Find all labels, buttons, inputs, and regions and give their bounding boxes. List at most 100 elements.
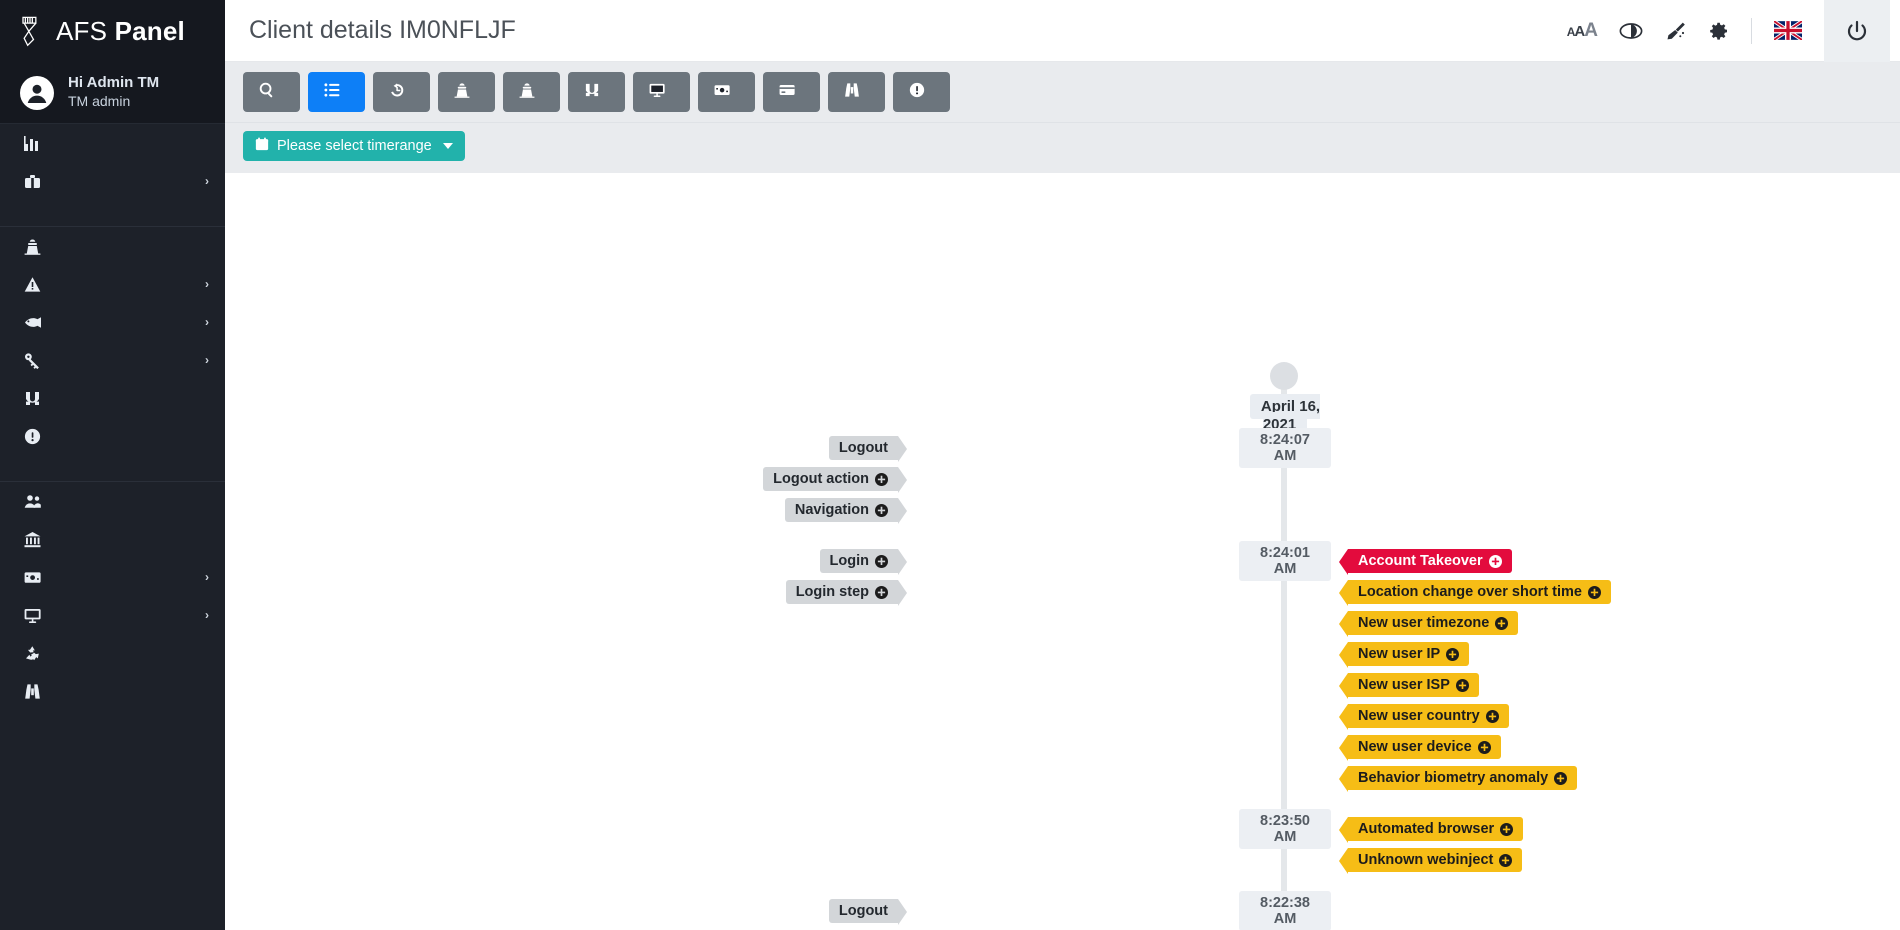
expand-plus-icon[interactable]: [1500, 822, 1514, 836]
magnet-icon: [585, 83, 599, 96]
broom-logo-icon: [16, 15, 44, 47]
sidebar-item-account-takeover[interactable]: ›: [0, 341, 225, 379]
timeline-detection-label: Automated browser: [1358, 821, 1495, 837]
expand-plus-icon[interactable]: [1495, 616, 1509, 630]
timeline-detection-tag[interactable]: New user device: [1339, 735, 1501, 761]
binoculars-icon: [24, 683, 40, 699]
sidebar-item-payments[interactable]: ›: [0, 558, 225, 596]
briefcase-icon: [24, 174, 40, 188]
expand-plus-icon[interactable]: [1499, 853, 1513, 867]
broom-icon[interactable]: [1665, 21, 1687, 41]
brand[interactable]: AFS Panel: [0, 0, 225, 62]
power-icon[interactable]: [1824, 0, 1890, 62]
expand-plus-icon[interactable]: [1485, 709, 1499, 723]
tab-history-view[interactable]: [373, 72, 430, 112]
bug-icon: [22, 238, 42, 255]
bug-icon: [454, 82, 470, 103]
timeline-detection-tag[interactable]: New user timezone: [1338, 611, 1519, 637]
timeline-event-tag[interactable]: Logout action: [763, 467, 907, 493]
timeline-right-col: New user country: [1339, 704, 1509, 730]
timeline-detection-tag[interactable]: New user country: [1339, 704, 1509, 730]
font-size-icon[interactable]: AAA: [1567, 20, 1598, 42]
timeline-detection-label: New user country: [1358, 708, 1480, 724]
timeline: April 16, 2021 8:24:07 AM Logout Logout act…: [225, 173, 1900, 930]
timeline-detection-tag[interactable]: Automated browser: [1338, 817, 1524, 843]
timeline-detection-label: New user device: [1358, 739, 1472, 755]
tab-sessions[interactable]: [828, 72, 885, 112]
expand-plus-icon[interactable]: [875, 472, 888, 486]
user-box[interactable]: Hi Admin TM TM admin: [0, 62, 225, 124]
expand-plus-icon[interactable]: [1477, 740, 1491, 754]
sidebar-section-title: [0, 455, 225, 481]
sidebar-item-malware[interactable]: ›: [0, 265, 225, 303]
sidebar-item-clients[interactable]: [0, 482, 225, 520]
tab-timeline[interactable]: [308, 72, 365, 112]
sidebar-item-detections-overview[interactable]: [0, 227, 225, 265]
timeline-left-col: Logout action: [763, 467, 907, 493]
timeline-detection-label: New user timezone: [1358, 615, 1490, 631]
sidebar-item-sessions[interactable]: [0, 672, 225, 710]
tab-actions[interactable]: [893, 72, 950, 112]
uk-flag-icon[interactable]: [1772, 19, 1804, 42]
sidebar-item-alerts[interactable]: [0, 379, 225, 417]
sidebar-item-devices[interactable]: ›: [0, 596, 225, 634]
sidebar-item-actions[interactable]: [0, 417, 225, 455]
sidebar-item-case-management[interactable]: ›: [0, 162, 225, 200]
bank-icon: [24, 531, 40, 547]
tab-bar: [225, 62, 1900, 123]
warning-triangle-icon: [24, 276, 40, 292]
magnet-icon: [22, 390, 42, 407]
brand-title: AFS Panel: [56, 16, 185, 47]
bug-icon: [454, 82, 470, 98]
timeline-detection-label: Behavior biometry anomaly: [1358, 770, 1549, 786]
expand-plus-icon[interactable]: [1488, 554, 1502, 568]
chart-bar-icon: [22, 135, 42, 152]
expand-plus-icon[interactable]: [875, 503, 888, 517]
tab-payments[interactable]: [698, 72, 755, 112]
desktop-icon: [22, 607, 42, 624]
chart-bar-icon: [23, 135, 38, 151]
tab-behavioral-biometry[interactable]: [438, 72, 495, 112]
tab-detections[interactable]: [503, 72, 560, 112]
expand-plus-icon[interactable]: [1446, 647, 1460, 661]
exclamation-circle-icon: [24, 428, 40, 444]
desktop-icon: [649, 82, 665, 103]
bank-icon: [22, 531, 42, 548]
user-greeting: Hi Admin TM: [68, 74, 160, 92]
gear-icon[interactable]: [1709, 21, 1729, 41]
timeline-right-col: Account Takeover: [1339, 549, 1512, 575]
timeline-right-col: Location change over short time: [1339, 580, 1611, 606]
tab-accounts[interactable]: [763, 72, 820, 112]
sidebar-item-dashboard[interactable]: [0, 124, 225, 162]
expand-plus-icon[interactable]: [1588, 585, 1601, 599]
timerange-button[interactable]: Please select timerange: [243, 131, 465, 161]
key-icon: [22, 352, 42, 369]
sidebar-item-bank-accounts[interactable]: [0, 520, 225, 558]
timeline-detection-label: New user ISP: [1358, 677, 1450, 693]
timeline-detection-tag[interactable]: Unknown webinject: [1338, 848, 1523, 874]
tab-detail[interactable]: [243, 72, 300, 112]
history-icon: [391, 82, 404, 96]
contrast-toggle-icon[interactable]: [1619, 22, 1643, 40]
sidebar-item-tm-visits[interactable]: [0, 634, 225, 672]
timeline-event-tag[interactable]: Logout: [828, 899, 908, 925]
sidebar-item-phishing[interactable]: ›: [0, 303, 225, 341]
money-bill-icon: [22, 569, 42, 586]
timeline-right-col: New user IP: [1338, 642, 1470, 668]
chevron-right-icon: ›: [205, 315, 209, 329]
timeline-detection-tag[interactable]: Location change over short time: [1339, 580, 1611, 606]
tab-alerts[interactable]: [568, 72, 625, 112]
timeline-detection-tag[interactable]: New user ISP: [1339, 673, 1479, 699]
expand-plus-icon[interactable]: [1554, 771, 1568, 785]
timeline-detection-tag[interactable]: Behavior biometry anomaly: [1338, 766, 1578, 792]
timeline-event-tag[interactable]: Navigation: [784, 498, 908, 524]
tab-devices[interactable]: [633, 72, 690, 112]
briefcase-icon: [22, 173, 42, 190]
timeline-event-tag[interactable]: Logout: [828, 436, 908, 462]
timeline-detection-tag[interactable]: Account Takeover: [1339, 549, 1512, 575]
expand-plus-icon[interactable]: [1455, 678, 1469, 692]
credit-card-icon: [779, 84, 795, 95]
user-role: TM admin: [68, 93, 131, 110]
timeline-detection-tag[interactable]: New user IP: [1338, 642, 1470, 668]
timeline-right-col: New user timezone: [1338, 611, 1519, 637]
